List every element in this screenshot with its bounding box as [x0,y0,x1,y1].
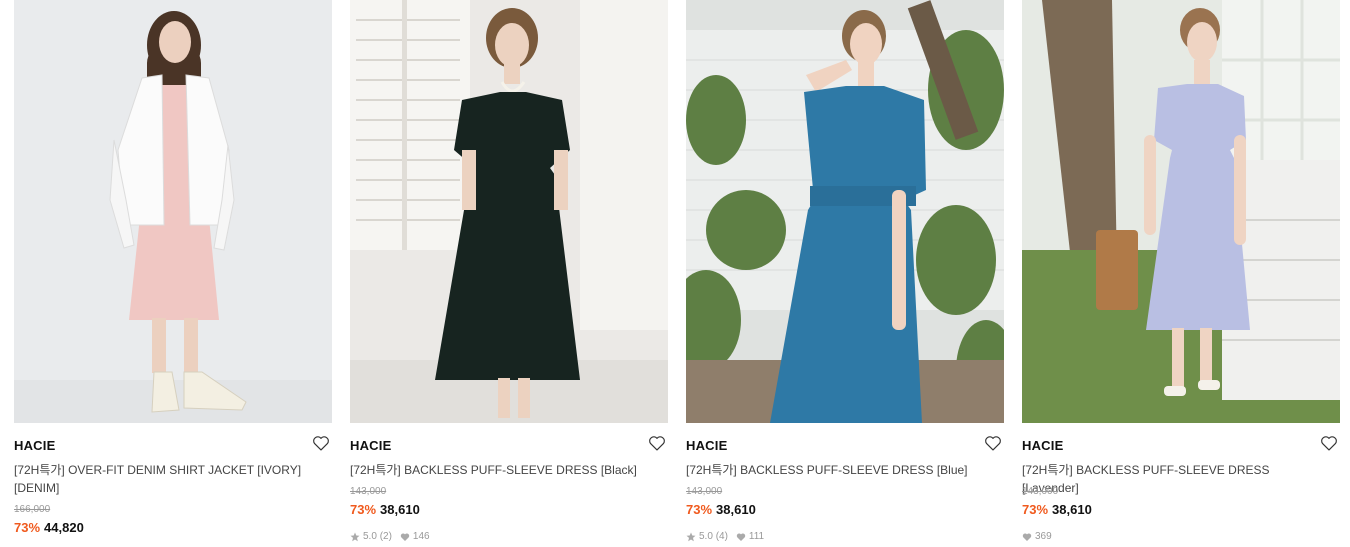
like-heart-icon [1022,532,1032,542]
product-card[interactable]: HACIE [72H특가] BACKLESS PUFF-SLEEVE DRESS… [1022,0,1340,547]
product-photo-denim-jacket [14,0,332,423]
sale-price: 44,820 [44,520,84,535]
review-count: (2) [379,531,392,542]
product-photo-blue-dress [686,0,1004,423]
heart-icon[interactable] [312,435,330,451]
product-title[interactable]: [72H특가] OVER-FIT DENIM SHIRT JACKET [IVO… [14,461,314,497]
star-icon [686,532,696,542]
product-card[interactable]: HACIE [72H특가] BACKLESS PUFF-SLEEVE DRESS… [686,0,1004,547]
sale-price: 38,610 [716,502,756,517]
like-count: 146 [412,531,430,542]
original-price: 143,000 [686,486,723,497]
product-title[interactable]: [72H특가] BACKLESS PUFF-SLEEVE DRESS [Lave… [1022,461,1322,497]
star-icon [350,532,360,542]
rating-value: 5.0 [363,531,377,542]
product-image[interactable] [686,0,1004,423]
product-meta: 5.0 (2) 146 [350,531,430,542]
brand-name[interactable]: HACIE [686,438,727,453]
product-image[interactable] [350,0,668,423]
like-heart-icon [736,532,746,542]
discount-rate: 73% [686,502,713,517]
heart-icon[interactable] [984,435,1002,451]
discount-rate: 73% [1022,502,1049,517]
product-title[interactable]: [72H특가] BACKLESS PUFF-SLEEVE DRESS [Blac… [350,461,650,479]
price-row: 73% 38,610 [686,502,756,517]
original-price: 143,000 [350,486,387,497]
product-grid: HACIE [72H특가] OVER-FIT DENIM SHIRT JACKE… [14,0,1340,547]
product-image[interactable] [1022,0,1340,423]
product-image[interactable] [14,0,332,423]
like-count: 111 [748,531,765,542]
brand-name[interactable]: HACIE [1022,438,1063,453]
discount-rate: 73% [14,520,41,535]
product-meta: 369 [1022,531,1052,542]
product-card[interactable]: HACIE [72H특가] OVER-FIT DENIM SHIRT JACKE… [14,0,332,547]
review-count: (4) [715,531,728,542]
sale-price: 38,610 [380,502,420,517]
price-row: 73% 38,610 [350,502,420,517]
heart-icon[interactable] [1320,435,1338,451]
like-heart-icon [400,532,410,542]
discount-rate: 73% [350,502,377,517]
original-price: 166,000 [14,504,51,515]
product-card[interactable]: HACIE [72H특가] BACKLESS PUFF-SLEEVE DRESS… [350,0,668,547]
product-meta: 5.0 (4) 111 [686,531,764,542]
sale-price: 38,610 [1052,502,1092,517]
rating-value: 5.0 [699,531,713,542]
price-row: 73% 44,820 [14,520,84,535]
product-photo-lavender-dress [1022,0,1340,423]
like-count: 369 [1035,531,1052,542]
price-row: 73% 38,610 [1022,502,1092,517]
brand-name[interactable]: HACIE [350,438,391,453]
brand-name[interactable]: HACIE [14,438,55,453]
heart-icon[interactable] [648,435,666,451]
original-price: 143,000 [1022,486,1059,497]
product-photo-black-dress [350,0,668,423]
product-title[interactable]: [72H특가] BACKLESS PUFF-SLEEVE DRESS [Blue… [686,461,986,479]
